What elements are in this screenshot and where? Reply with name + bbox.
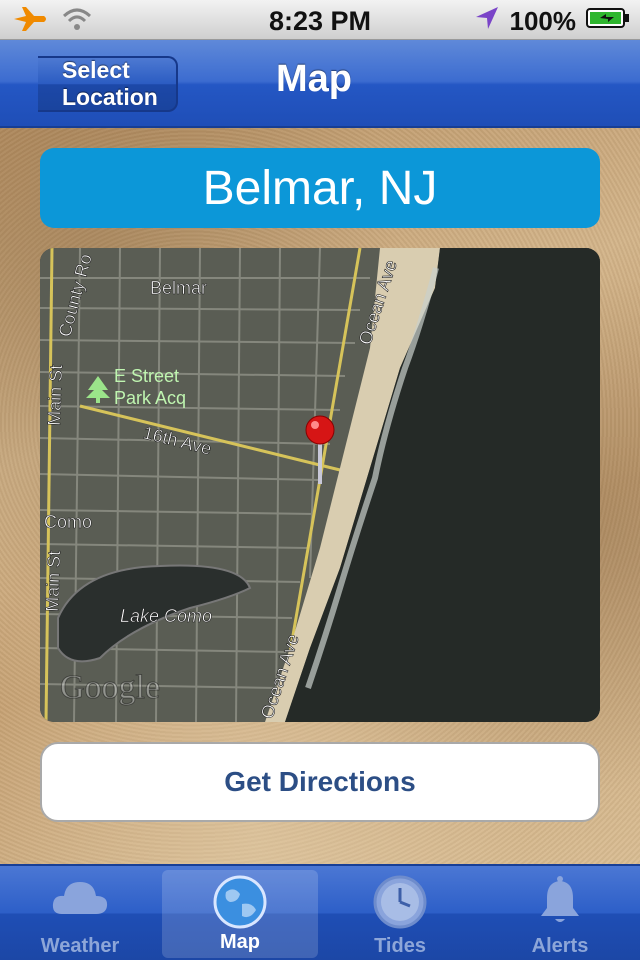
tab-label-weather: Weather xyxy=(40,935,120,957)
status-bar: 8:23 PM 100% xyxy=(0,0,640,40)
tab-label-tides: Tides xyxy=(374,935,426,957)
tab-tides[interactable]: Tides xyxy=(320,866,480,960)
battery-percent: 100% xyxy=(509,6,577,36)
map-label-main-st-bottom: Main St xyxy=(42,550,64,612)
tab-alerts[interactable]: Alerts xyxy=(480,866,640,960)
cloud-icon xyxy=(50,874,110,925)
nav-bar: Select Location Map xyxy=(0,40,640,128)
map-label-como: Como xyxy=(44,512,92,532)
map-label-main-st-top: Main St xyxy=(44,364,66,426)
tab-map[interactable]: Map xyxy=(162,870,318,958)
page-title: Map xyxy=(276,58,352,100)
select-location-back-button[interactable]: Select Location xyxy=(38,56,178,112)
tab-weather[interactable]: Weather xyxy=(0,866,160,960)
bell-icon xyxy=(535,874,585,931)
tab-label-alerts: Alerts xyxy=(531,935,589,957)
location-arrow-icon xyxy=(474,5,500,38)
content-area: Belmar, NJ Belmar County Ro Ocean Ave Ma… xyxy=(0,128,640,864)
location-banner: Belmar, NJ xyxy=(40,148,600,228)
map-view[interactable]: Belmar County Ro Ocean Ave Main St 16th … xyxy=(40,248,600,722)
get-directions-button[interactable]: Get Directions xyxy=(40,742,600,822)
google-logo: Google xyxy=(60,669,160,706)
clock-icon xyxy=(372,874,428,935)
map-label-lake-como: Lake Como xyxy=(120,606,212,626)
tab-bar: Weather Map Tides Alerts xyxy=(0,864,640,960)
map-label-park-2: Park Acq xyxy=(114,388,186,408)
map-label-park: E Street xyxy=(114,366,179,386)
globe-icon xyxy=(212,874,268,935)
battery-charging-icon xyxy=(586,6,630,37)
map-label-belmar: Belmar xyxy=(150,278,207,298)
